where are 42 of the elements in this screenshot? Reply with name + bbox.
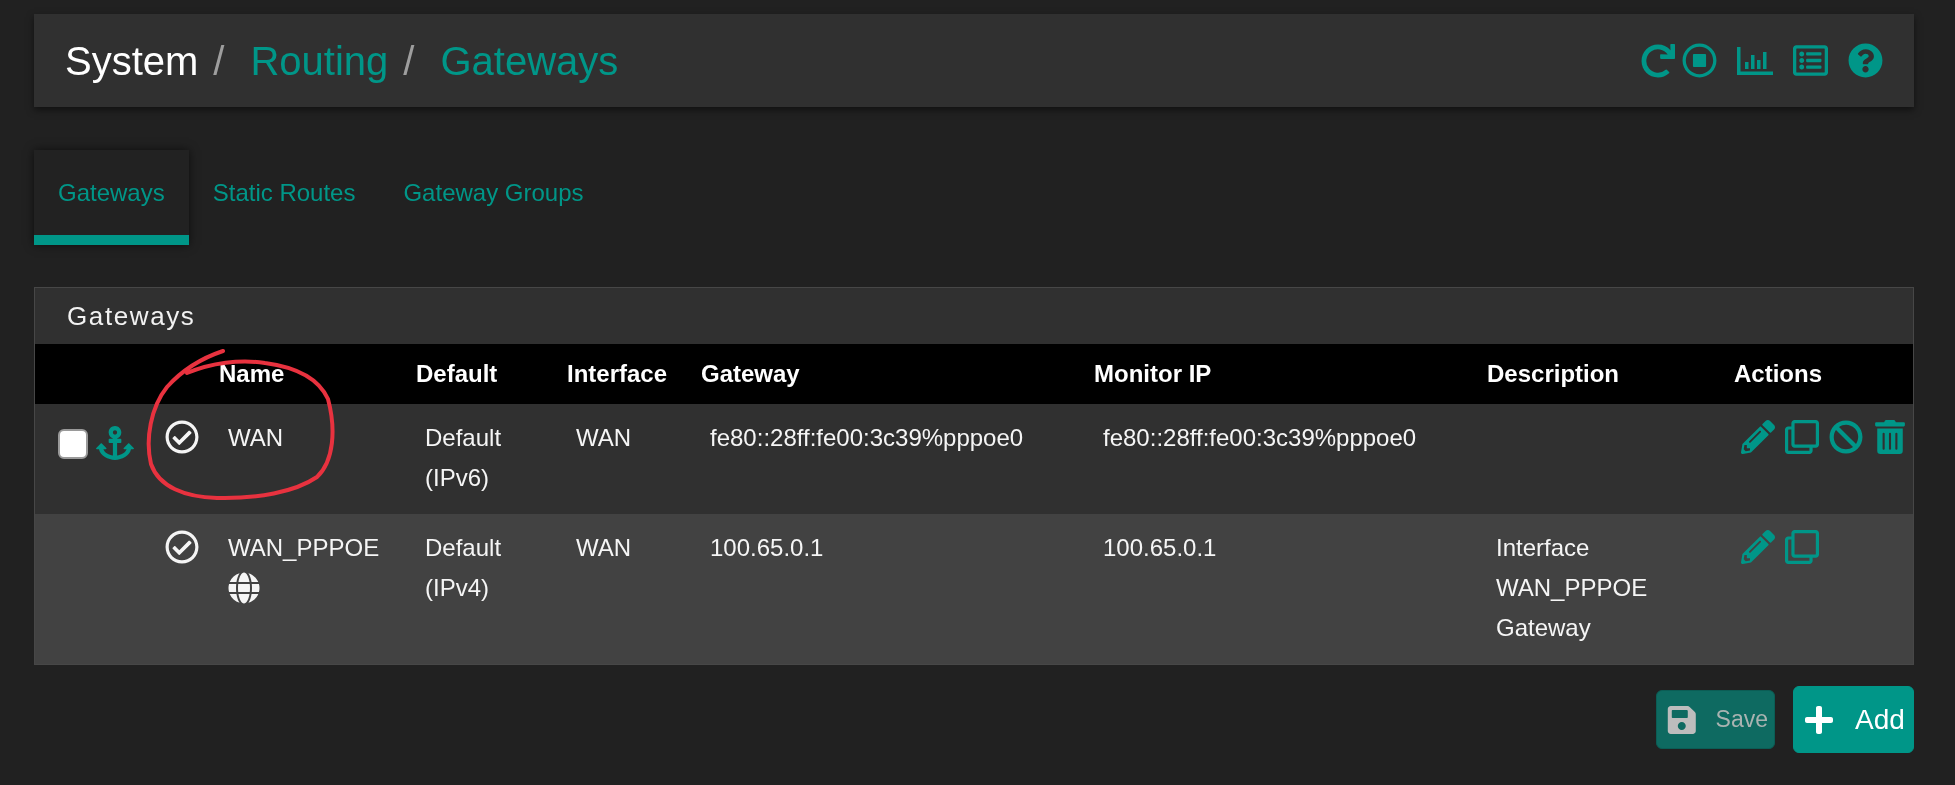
table-cell-text: fe80::28ff:fe00:3c39%pppoe0 [1102,423,1418,453]
column-header: Default [415,360,499,388]
duplicate-icon[interactable] [1785,420,1819,454]
breadcrumb-separator: / [403,37,415,85]
table-cell-text: WAN [575,423,633,453]
table-cell-text: Interface WAN_PPPOE Gateway [1495,533,1649,643]
column-header: Actions [1733,360,1823,388]
stop-icon[interactable] [1682,43,1717,78]
add-button[interactable]: Add [1793,686,1914,753]
breadcrumb-link[interactable]: Gateways [440,36,619,85]
tab[interactable]: Static Routes [188,150,380,245]
breadcrumb-link[interactable]: Routing [250,36,389,85]
table-cell-text: Default (IPv4) [424,533,503,603]
trash-icon[interactable] [1873,420,1907,454]
panel-heading: Gateways [66,299,197,333]
row-checkbox[interactable] [58,429,88,459]
table-cell-text: WAN [228,423,284,453]
table-cell-text: WAN_PPPOE [228,533,380,563]
tab[interactable]: Gateway Groups [379,150,608,245]
reload-icon[interactable] [1641,43,1675,78]
table-cell-text: WAN [575,533,633,563]
list-icon[interactable] [1793,43,1828,78]
column-header: Interface [566,360,669,388]
plus-icon [1803,703,1835,736]
column-header: Monitor IP [1093,360,1213,388]
ban-icon[interactable] [1829,420,1863,454]
column-header: Name [218,360,286,388]
column-header: Gateway [700,360,801,388]
pencil-icon[interactable] [1741,420,1775,454]
bar-chart-icon[interactable] [1737,46,1773,75]
help-icon[interactable] [1848,43,1883,78]
table-cell-text: Default (IPv6) [424,423,503,493]
tab[interactable]: Gateways [34,150,189,245]
duplicate-icon[interactable] [1785,530,1819,564]
column-header: Description [1486,360,1621,388]
table-cell-text: 100.65.0.1 [1102,533,1218,563]
save-icon [1666,703,1698,736]
breadcrumb-separator: / [213,37,225,85]
breadcrumb-text: System [65,37,199,85]
pencil-icon[interactable] [1741,530,1775,564]
table-cell-text: fe80::28ff:fe00:3c39%pppoe0 [709,423,1025,453]
table-cell-text: 100.65.0.1 [709,533,825,563]
